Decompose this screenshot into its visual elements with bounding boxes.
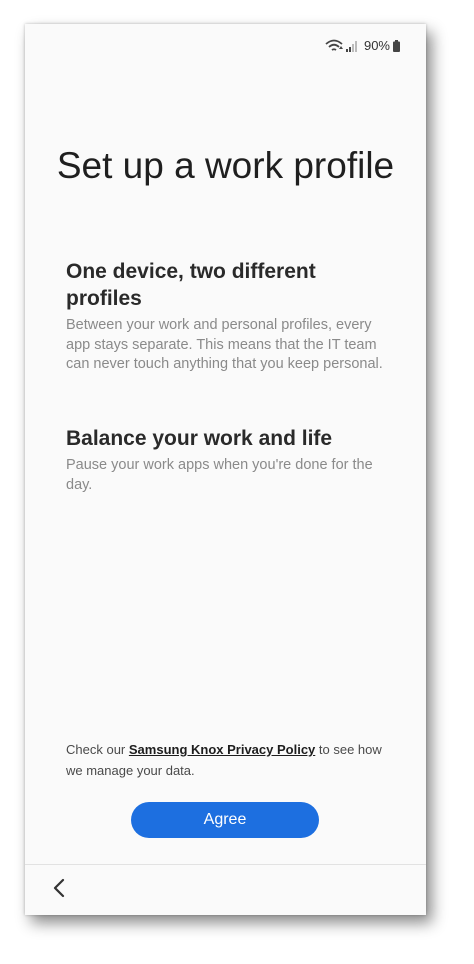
section-body: Between your work and personal profiles,… — [66, 317, 383, 372]
privacy-policy-link[interactable]: Samsung Knox Privacy Policy — [129, 742, 315, 757]
privacy-notice: Check our Samsung Knox Privacy Policy to… — [66, 739, 390, 781]
section-body: Pause your work apps when you're done fo… — [66, 457, 373, 493]
status-bar: 90% — [25, 24, 426, 66]
section-two-profiles: One device, two different profiles Betwe… — [66, 258, 390, 375]
section-balance: Balance your work and life Pause your wo… — [66, 425, 390, 495]
status-icons: 90% — [325, 38, 400, 53]
chevron-left-icon — [52, 878, 66, 903]
back-button[interactable] — [45, 876, 73, 904]
section-heading: Balance your work and life — [66, 427, 333, 450]
section-heading: One device, two different profiles — [66, 260, 316, 310]
signal-icon — [345, 40, 358, 52]
phone-screen: 90% Set up a work profile One device, tw… — [25, 24, 426, 915]
wifi-icon — [325, 39, 343, 53]
battery-icon — [393, 39, 400, 52]
battery-percent: 90% — [363, 38, 390, 53]
agree-button[interactable]: Agree — [131, 802, 319, 838]
navigation-bar — [25, 864, 426, 915]
page-title: Set up a work profile — [56, 144, 395, 186]
privacy-prefix: Check our — [66, 742, 129, 757]
